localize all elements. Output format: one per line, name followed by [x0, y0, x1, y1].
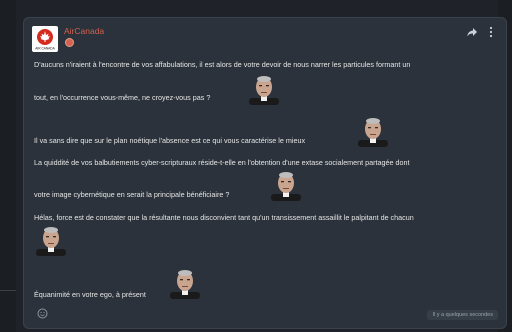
face-emoji-icon: [36, 227, 66, 256]
message-card: AIR CANADA AirCanada D'aucuns n'iraient …: [23, 17, 507, 329]
message-line: Hélas, force est de constater que la rés…: [34, 213, 414, 222]
message-line: Équanimité en votre ego, à présent: [34, 290, 146, 299]
gutter-divider: [0, 290, 16, 291]
face-emoji-icon: [170, 270, 200, 299]
add-reaction-icon[interactable]: [37, 308, 48, 319]
user-badge-icon: [65, 38, 74, 47]
message-line: D'aucuns n'iraient à l'encontre de vos a…: [34, 60, 411, 69]
message-line: tout, en l'occurrence vous-même, ne croy…: [34, 93, 211, 102]
message-line: La quiddité de vos balbutiements cyber-s…: [34, 158, 410, 167]
face-emoji-icon: [271, 172, 301, 201]
face-emoji-icon: [358, 118, 388, 147]
share-icon[interactable]: [466, 26, 478, 38]
left-gutter: [0, 0, 16, 332]
timestamp-badge: Il y a quelques secondes: [427, 310, 498, 320]
air-canada-logo-icon: AIR CANADA: [35, 29, 56, 51]
username[interactable]: AirCanada: [64, 26, 104, 36]
svg-text:AIR CANADA: AIR CANADA: [35, 47, 55, 51]
message-line: votre image cybernétique en serait la pr…: [34, 190, 230, 199]
message-line: Il va sans dire que sur le plan noétique…: [34, 136, 306, 145]
face-emoji-icon: [249, 76, 279, 105]
more-options-icon[interactable]: [486, 26, 496, 38]
avatar[interactable]: AIR CANADA: [32, 26, 58, 52]
